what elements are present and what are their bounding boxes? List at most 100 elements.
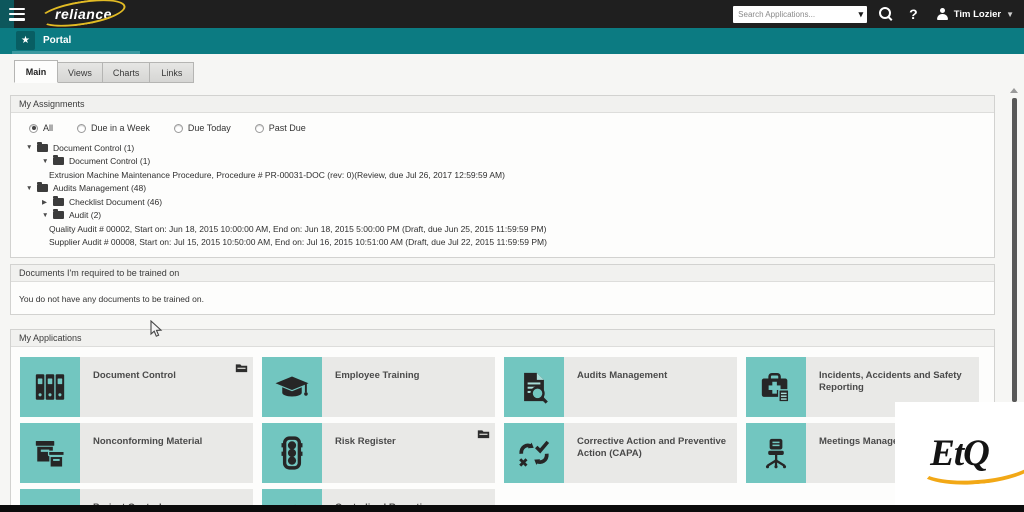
user-menu[interactable]: Tim Lozier ▼ (936, 8, 1014, 20)
search-input[interactable] (738, 9, 857, 19)
letterbox-bar (0, 505, 1024, 512)
portal-tab[interactable]: ★ Portal (16, 31, 71, 50)
app-tile-nonconforming-material[interactable]: Nonconforming Material (20, 423, 253, 483)
tab-main[interactable]: Main (14, 60, 58, 83)
traffic-light-icon (262, 423, 322, 483)
graduation-cap-icon (262, 357, 322, 417)
assignment-filters: All Due in a Week Due Today Past Due (29, 123, 994, 133)
help-icon[interactable]: ? (909, 6, 918, 22)
application-tiles: Document Control Employee Training Audits … (11, 347, 994, 511)
app-tile-label: Risk Register (322, 423, 495, 483)
etq-logo: EtQ (930, 433, 990, 474)
tree-item-label: Document Control (1) (69, 156, 151, 167)
vertical-scrollbar-thumb[interactable] (1012, 98, 1017, 402)
person-icon (936, 8, 949, 20)
tree-folder-row[interactable]: Audit (2) (11, 209, 994, 223)
tree-item-label: Supplier Audit # 00008, Start on: Jul 15… (49, 237, 547, 248)
etq-watermark: EtQ (895, 402, 1024, 505)
tree-leaf-row[interactable]: Extrusion Machine Maintenance Procedure,… (11, 168, 994, 182)
tree-leaf-row[interactable]: Quality Audit # 00002, Start on: Jun 18,… (11, 222, 994, 236)
my-assignments-panel: My Assignments All Due in a Week Due Today… (10, 95, 995, 258)
tree-folder-row[interactable]: Audits Management (48) (11, 182, 994, 196)
my-assignments-header: My Assignments (11, 96, 994, 113)
tree-folder-row[interactable]: Document Control (1) (11, 141, 994, 155)
binders-icon (20, 357, 80, 417)
search-applications-combobox[interactable]: ▾ (733, 5, 868, 23)
training-documents-header: Documents I'm required to be trained on (11, 265, 994, 282)
collapse-arrow-icon[interactable] (42, 158, 53, 165)
training-documents-panel: Documents I'm required to be trained on … (10, 264, 995, 315)
capa-arrows-icon (504, 423, 564, 483)
filter-radio-due-today[interactable]: Due Today (173, 123, 231, 133)
filter-label: Due Today (187, 123, 231, 133)
expand-arrow-icon[interactable] (42, 198, 53, 206)
folder-badge-icon[interactable] (235, 360, 248, 373)
app-tile-document-control[interactable]: Document Control (20, 357, 253, 417)
chevron-down-icon[interactable]: ▾ (857, 9, 866, 19)
top-app-bar: reliance ▾ ? Tim Lozier ▼ (0, 0, 1024, 28)
caret-down-icon: ▼ (1006, 9, 1014, 19)
tree-folder-row[interactable]: Checklist Document (46) (11, 195, 994, 209)
folder-icon (37, 182, 48, 193)
folder-badge-icon[interactable] (477, 426, 490, 439)
tree-item-label: Checklist Document (46) (69, 196, 163, 207)
tab-links[interactable]: Links (150, 62, 195, 83)
app-tile-employee-training[interactable]: Employee Training (262, 357, 495, 417)
app-tile-audits-management[interactable]: Audits Management (504, 357, 737, 417)
radio-button-icon[interactable] (29, 123, 38, 133)
reliance-logo: reliance (49, 4, 118, 24)
filter-label: Due in a Week (91, 123, 150, 133)
training-empty-message: You do not have any documents to be trai… (19, 294, 204, 304)
portal-label: Portal (43, 35, 72, 46)
folder-icon (53, 195, 64, 206)
portal-active-indicator (12, 51, 140, 54)
tab-label: Links (161, 67, 183, 78)
folder-icon (37, 141, 48, 152)
tab-views[interactable]: Views (58, 62, 103, 83)
material-boxes-icon (20, 423, 80, 483)
user-name: Tim Lozier (953, 8, 1002, 20)
tree-item-label: Quality Audit # 00002, Start on: Jun 18,… (49, 223, 547, 234)
tree-leaf-row[interactable]: Supplier Audit # 00008, Start on: Jul 15… (11, 236, 994, 250)
app-tile-label: Nonconforming Material (80, 423, 253, 483)
assignments-tree: Document Control (1) Document Control (1)… (11, 141, 994, 249)
radio-button-icon[interactable] (77, 123, 87, 133)
tree-item-label: Document Control (1) (53, 142, 135, 153)
tab-label: Main (25, 66, 47, 77)
app-tile-label: Audits Management (564, 357, 737, 417)
app-tile-label: Employee Training (322, 357, 495, 417)
tab-label: Views (68, 67, 92, 78)
filter-radio-past-due[interactable]: Past Due (254, 123, 306, 133)
filter-radio-all[interactable]: All (29, 123, 53, 133)
app-tile-label: Corrective Action and Preventive Action … (564, 423, 737, 483)
folder-icon (53, 209, 64, 220)
tree-item-label: Audits Management (48) (53, 183, 147, 194)
search-icon[interactable] (879, 7, 893, 21)
collapse-arrow-icon[interactable] (26, 185, 37, 192)
portal-bar: ★ Portal (0, 28, 1024, 54)
filter-label: Past Due (268, 123, 306, 133)
mouse-cursor (150, 319, 163, 344)
collapse-arrow-icon[interactable] (42, 212, 53, 219)
radio-button-icon[interactable] (254, 123, 264, 133)
tab-label: Charts (112, 67, 140, 78)
tree-item-label: Audit (2) (69, 210, 102, 221)
scrollbar-up-arrow-icon[interactable] (1010, 88, 1018, 93)
folder-icon (53, 155, 64, 166)
app-tile-risk-register[interactable]: Risk Register (262, 423, 495, 483)
filter-radio-due-in-a-week[interactable]: Due in a Week (77, 123, 150, 133)
first-aid-kit-icon (746, 357, 806, 417)
star-icon: ★ (16, 31, 35, 50)
tree-item-label: Extrusion Machine Maintenance Procedure,… (49, 169, 505, 180)
office-chair-icon (746, 423, 806, 483)
app-tile-label: Document Control (80, 357, 253, 417)
tree-folder-row[interactable]: Document Control (1) (11, 155, 994, 169)
page-tabs: Main Views Charts Links (14, 60, 195, 83)
collapse-arrow-icon[interactable] (26, 144, 37, 151)
my-applications-panel: My Applications Document Control Employee… (10, 329, 995, 512)
radio-button-icon[interactable] (173, 123, 183, 133)
tab-charts[interactable]: Charts (102, 62, 151, 83)
hamburger-menu-icon[interactable] (9, 7, 25, 21)
app-tile-corrective-action-and-preventive-action-capa[interactable]: Corrective Action and Preventive Action … (504, 423, 737, 483)
audit-document-icon (504, 357, 564, 417)
